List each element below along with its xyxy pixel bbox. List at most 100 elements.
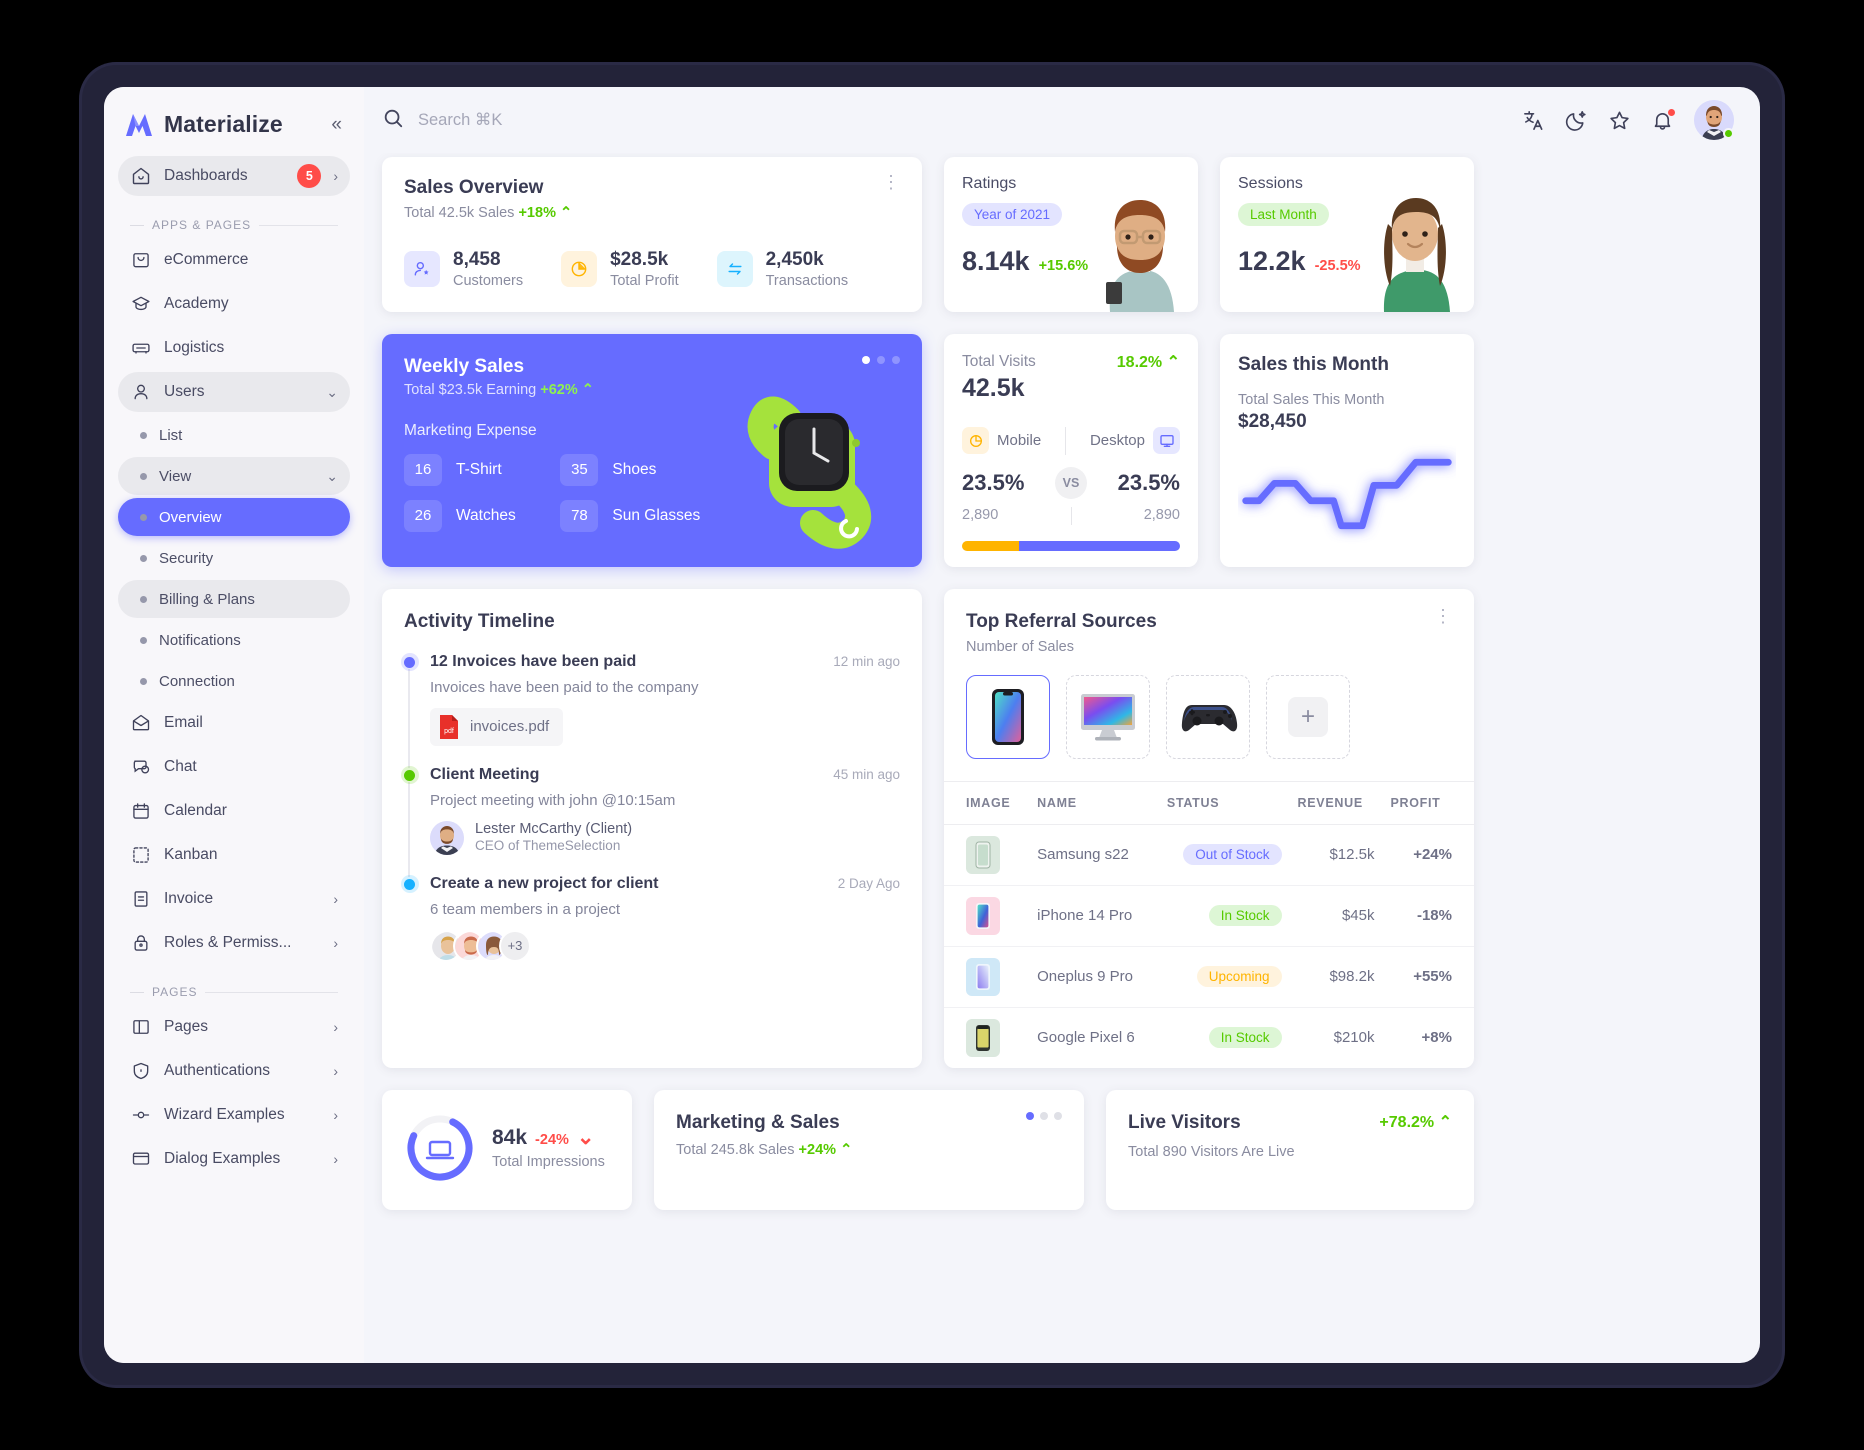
product-tab-imac[interactable] — [1066, 674, 1150, 759]
sidebar-item-kanban[interactable]: Kanban — [118, 835, 350, 875]
star-icon[interactable] — [1608, 109, 1631, 132]
svg-text:pdf: pdf — [444, 728, 454, 735]
ratings-illustration — [1082, 184, 1194, 312]
search-placeholder: Search ⌘K — [418, 111, 503, 129]
lock-icon — [130, 932, 152, 954]
desktop-share-segment — [1018, 540, 1180, 551]
timeline-list: 12 Invoices have been paid 12 min ago In… — [400, 653, 900, 962]
delta-value: 18.2% — [1116, 353, 1163, 371]
sidebar-item-connection[interactable]: Connection — [118, 662, 350, 700]
sidebar-item-notifications[interactable]: Notifications — [118, 621, 350, 659]
sidebar: Materialize « Dashboards 5 › APPS & PAGE… — [104, 87, 364, 1363]
table-row[interactable]: Samsung s22 Out of Stock $12.5k +24% — [944, 824, 1474, 886]
table-row[interactable]: iPhone 14 Pro In Stock $45k -18% — [944, 885, 1474, 947]
carousel-dots[interactable] — [1026, 1111, 1062, 1120]
device-share-bar — [962, 540, 1180, 551]
card-marketing-sales: Marketing & Sales Total 245.8k Sales +24… — [654, 1089, 1084, 1210]
sidebar-item-invoice[interactable]: Invoice › — [118, 879, 350, 919]
timeline-title: Create a new project for client — [430, 874, 659, 892]
sidebar-item-logistics[interactable]: Logistics — [118, 328, 350, 368]
card-top-referral-sources: Top Referral Sources Number of Sales ⋮ +… — [944, 588, 1474, 1068]
card-weekly-sales: Weekly Sales Total $23.5k Earning +62% ⌃… — [382, 333, 922, 567]
file-attachment[interactable]: pdf invoices.pdf — [430, 707, 564, 746]
sidebar-item-label: Authentications — [164, 1062, 270, 1079]
card-title: Activity Timeline — [404, 610, 555, 632]
card-subtitle: Number of Sales — [966, 638, 1074, 655]
carousel-dot-active[interactable] — [862, 355, 870, 364]
product-thumb-samsung — [966, 835, 1000, 874]
card-subtitle: Total Sales This Month — [1238, 391, 1385, 408]
product-tab-gamepad[interactable] — [1166, 674, 1250, 759]
cell-name: Samsung s22 — [1029, 824, 1159, 886]
sidebar-item-ecommerce[interactable]: eCommerce — [118, 240, 350, 280]
expense-count: 26 — [404, 499, 442, 532]
bullet-icon — [140, 636, 147, 644]
chevron-down-icon: ⌄ — [326, 467, 338, 484]
file-name: invoices.pdf — [470, 718, 550, 736]
card-title: Total Visits — [962, 352, 1036, 370]
sidebar-item-security[interactable]: Security — [118, 539, 350, 577]
section-pages: PAGES — [118, 967, 350, 1007]
subtitle-text: Total 245.8k Sales — [676, 1141, 795, 1158]
bell-icon[interactable] — [1651, 107, 1676, 132]
sidebar-collapse-icon[interactable]: « — [331, 115, 346, 134]
mobile-count: 2,890 — [962, 506, 999, 523]
status-badge: Out of Stock — [1183, 844, 1282, 866]
product-tab-phone[interactable] — [966, 674, 1050, 759]
timeline-item-header: Client Meeting 45 min ago — [430, 766, 900, 784]
sidebar-item-wizard-examples[interactable]: Wizard Examples › — [118, 1095, 350, 1135]
expense-item: 26 Watches — [404, 499, 524, 532]
impressions-ring-chart — [404, 1112, 476, 1184]
card-title: Sales this Month — [1238, 353, 1389, 375]
carousel-dot[interactable] — [892, 355, 900, 364]
table-row[interactable]: Oneplus 9 Pro Upcoming $98.2k +55% — [944, 946, 1474, 1008]
carousel-dot[interactable] — [1054, 1111, 1062, 1120]
sidebar-item-view[interactable]: View ⌄ — [118, 457, 350, 495]
sidebar-item-label: Billing & Plans — [159, 590, 255, 608]
translate-icon[interactable] — [1522, 109, 1545, 132]
stat-total-profit: $28.5k Total Profit — [561, 249, 679, 290]
carousel-dot[interactable] — [1040, 1111, 1048, 1120]
sidebar-item-dashboards[interactable]: Dashboards 5 › — [118, 156, 350, 196]
card-menu-icon[interactable]: ⋮ — [882, 173, 900, 191]
sidebar-item-label: Security — [159, 549, 214, 567]
stat-label: Transactions — [765, 272, 849, 289]
carousel-dots[interactable] — [862, 355, 900, 364]
sidebar-item-billing-plans[interactable]: Billing & Plans — [118, 580, 350, 618]
cell-image — [944, 946, 1030, 1008]
sidebar-item-users[interactable]: Users ⌄ — [118, 372, 350, 412]
sidebar-item-authentications[interactable]: Authentications › — [118, 1051, 350, 1091]
product-thumb-pixel — [966, 1018, 1000, 1057]
sidebar-item-list[interactable]: List — [118, 416, 350, 454]
timeline-desc: Project meeting with john @10:15am — [430, 791, 676, 809]
card-ratings: Ratings Year of 2021 8.14k +15.6% — [944, 157, 1198, 312]
sidebar-item-roles-permissions[interactable]: Roles & Permiss... › — [118, 923, 350, 963]
carousel-dot[interactable] — [877, 355, 885, 364]
card-menu-icon[interactable]: ⋮ — [1434, 607, 1452, 625]
expense-count: 78 — [560, 499, 599, 532]
avatar[interactable] — [1694, 100, 1734, 140]
timeline-item-header: 12 Invoices have been paid 12 min ago — [430, 653, 900, 671]
sidebar-item-dialog-examples[interactable]: Dialog Examples › — [118, 1139, 350, 1179]
kanban-icon — [130, 844, 152, 866]
chevron-right-icon: › — [333, 168, 338, 184]
sidebar-item-chat[interactable]: Chat — [118, 747, 350, 787]
sidebar-item-overview[interactable]: Overview — [118, 498, 350, 536]
team-avatar-more[interactable]: +3 — [499, 929, 531, 962]
search-input[interactable]: Search ⌘K — [382, 107, 1508, 134]
mail-icon — [130, 712, 152, 734]
sessions-delta: -25.5% — [1314, 258, 1361, 274]
sidebar-item-pages[interactable]: Pages › — [118, 1007, 350, 1047]
product-tab-add[interactable]: + — [1266, 674, 1350, 759]
customer-icon — [404, 251, 440, 288]
sidebar-item-academy[interactable]: Academy — [118, 284, 350, 324]
table-row[interactable]: Google Pixel 6 In Stock $210k +8% — [944, 1007, 1474, 1068]
trend-up-icon: ⌃ — [840, 1141, 853, 1158]
sidebar-item-calendar[interactable]: Calendar — [118, 791, 350, 831]
moon-icon[interactable] — [1565, 109, 1588, 132]
referral-titles: Top Referral Sources Number of Sales — [966, 611, 1157, 655]
sidebar-item-email[interactable]: Email — [118, 703, 350, 743]
pdf-icon: pdf — [438, 714, 460, 740]
carousel-dot-active[interactable] — [1026, 1111, 1034, 1120]
dashboard-content: Sales Overview Total 42.5k Sales +18% ⌃ … — [364, 153, 1760, 1363]
